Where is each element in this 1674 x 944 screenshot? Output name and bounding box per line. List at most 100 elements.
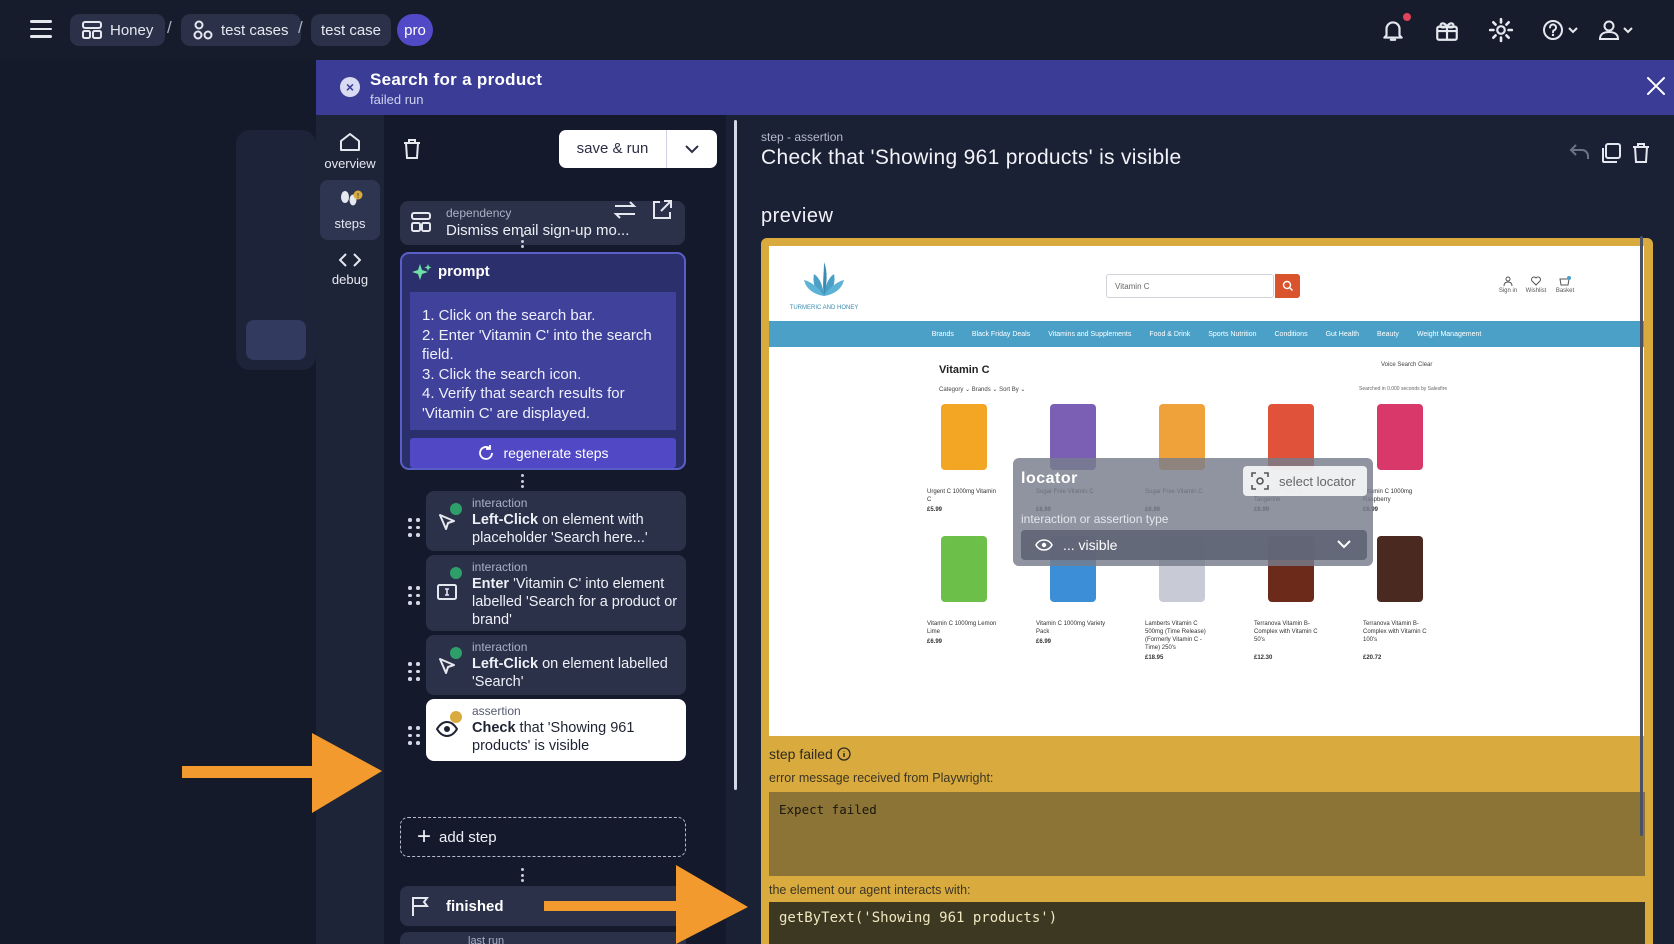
info-icon[interactable] <box>837 747 851 761</box>
annotation-arrow <box>544 865 748 944</box>
save-run-label[interactable]: save & run <box>559 130 667 168</box>
site-signin[interactable]: Sign in <box>1496 276 1520 294</box>
breadcrumb-separator: / <box>298 18 303 37</box>
site-search-input[interactable]: Vitamin C <box>1106 274 1274 298</box>
nav-steps[interactable]: ! steps <box>320 180 380 240</box>
product-price: £12.30 <box>1254 655 1273 661</box>
step-card[interactable]: interaction Left-Click on element with p… <box>426 491 686 551</box>
select-locator-button[interactable]: select locator <box>1243 466 1367 496</box>
assertion-type-select[interactable]: ... visible <box>1021 530 1367 560</box>
scrollbar[interactable] <box>1640 236 1643 836</box>
breadcrumb-test-cases[interactable]: test cases <box>181 14 301 46</box>
swap-icon[interactable] <box>612 198 638 222</box>
step-type: interaction <box>472 560 528 574</box>
account-dropdown-icon[interactable] <box>1598 17 1638 43</box>
panel-side-nav: overview ! steps debug <box>316 115 384 944</box>
menu-icon[interactable] <box>30 20 52 38</box>
product-price: £20.72 <box>1363 655 1382 661</box>
drag-handle[interactable] <box>408 662 420 682</box>
error-message: Expect failed <box>769 792 1645 876</box>
step-card[interactable]: interaction Enter 'Vitamin C' into eleme… <box>426 555 686 631</box>
settings-icon[interactable] <box>1488 17 1514 43</box>
flag-icon <box>412 897 429 916</box>
chevron-down-icon <box>685 144 699 153</box>
nav-overview[interactable]: overview <box>320 121 380 181</box>
annotation-arrow <box>182 733 382 813</box>
assertion-type-label: interaction or assertion type <box>1021 512 1169 526</box>
delete-icon[interactable] <box>402 138 422 160</box>
drag-handle[interactable] <box>408 726 420 746</box>
connector-dots <box>520 474 524 488</box>
step-type: interaction <box>472 640 528 654</box>
undo-icon[interactable] <box>1568 142 1590 162</box>
close-icon[interactable] <box>1644 74 1668 98</box>
save-run-button[interactable]: save & run <box>559 130 717 168</box>
save-run-dropdown[interactable] <box>667 144 717 154</box>
site-search-button[interactable] <box>1275 274 1300 298</box>
site-icon-label: Wishlist <box>1525 288 1547 294</box>
site-nav-item[interactable]: Food & Drink <box>1149 331 1190 338</box>
search-icon <box>1282 280 1293 291</box>
drag-handle[interactable] <box>408 586 420 606</box>
site-basket[interactable]: Basket <box>1553 276 1577 294</box>
product-price: £6.99 <box>927 639 943 645</box>
step-action: Left-Click <box>472 512 539 528</box>
site-nav-item[interactable]: Beauty <box>1377 331 1399 338</box>
site-wishlist[interactable]: Wishlist <box>1524 276 1548 294</box>
site-product-card[interactable]: Vitamin C 1000mg Lemon Lime £6.99 <box>927 536 996 645</box>
product-name: Urgent C 1000mg Vitamin C <box>927 489 996 503</box>
product-name: Vitamin C 1000mg Raspberry <box>1363 489 1413 503</box>
bell-icon[interactable] <box>1380 17 1406 43</box>
plus-icon: + <box>417 823 432 850</box>
product-image <box>1377 536 1423 602</box>
step-card-selected[interactable]: assertion Check that 'Showing 961 produc… <box>426 699 686 761</box>
site-nav-item[interactable]: Vitamins and Supplements <box>1048 331 1131 338</box>
code-icon <box>339 252 361 267</box>
nav-debug[interactable]: debug <box>320 239 380 299</box>
delete-icon[interactable] <box>1631 142 1651 164</box>
site-nav-item[interactable]: Brands <box>932 331 954 338</box>
dependency-label: dependency <box>446 206 512 220</box>
step-description: Left-Click on element with placeholder '… <box>472 511 680 547</box>
breadcrumb-separator: / <box>167 18 172 37</box>
element-locator-code[interactable]: getByText('Showing 961 products') <box>769 902 1645 944</box>
breadcrumb-honey[interactable]: Honey <box>70 14 166 46</box>
duplicate-icon[interactable] <box>1600 142 1622 164</box>
external-link-icon[interactable] <box>650 198 674 222</box>
help-dropdown-icon[interactable] <box>1542 17 1584 43</box>
refresh-icon <box>479 445 494 460</box>
finished-label: finished <box>446 897 504 915</box>
prompt-text[interactable]: 1. Click on the search bar. 2. Enter 'Vi… <box>410 292 676 430</box>
site-voice-search[interactable]: Voice Search Clear <box>1381 362 1432 368</box>
breadcrumb-test-case[interactable]: test case <box>311 14 392 46</box>
site-search-meta: Searched in 0.000 seconds by Salesfire <box>1359 386 1448 392</box>
add-step-button[interactable]: + add step <box>400 817 686 857</box>
failed-status-icon: × <box>340 77 360 97</box>
passed-check-icon <box>450 567 462 579</box>
site-nav-item[interactable]: Conditions <box>1275 331 1308 338</box>
site-nav-item[interactable]: Weight Management <box>1417 331 1481 338</box>
column-divider[interactable] <box>734 120 737 790</box>
site-nav-item[interactable]: Sports Nutrition <box>1208 331 1256 338</box>
step-card[interactable]: interaction Left-Click on element labell… <box>426 635 686 695</box>
drag-handle[interactable] <box>408 518 420 538</box>
notification-dot <box>1403 13 1411 21</box>
panel-header: × Search for a product failed run <box>316 60 1674 115</box>
site-logo: TURMERIC AND HONEY <box>779 258 869 311</box>
preview-screenshot: TURMERIC AND HONEY Vitamin C Sign in Wis… <box>769 246 1644 736</box>
heart-icon <box>1531 276 1541 286</box>
product-name: Terranova Vitamin B-Complex with Vitamin… <box>1254 621 1318 643</box>
nav-label: steps <box>334 215 366 231</box>
product-price: £18.95 <box>1145 655 1164 661</box>
product-name: Vitamin C 1000mg Lemon Lime <box>927 621 997 635</box>
prompt-line: 2. Enter 'Vitamin C' into the search fie… <box>422 326 652 364</box>
site-nav-item[interactable]: Black Friday Deals <box>972 331 1030 338</box>
dependency-card[interactable]: dependency Dismiss email sign-up mo... <box>400 201 685 245</box>
site-nav-item[interactable]: Gut Health <box>1326 331 1359 338</box>
gift-icon[interactable] <box>1434 17 1460 43</box>
site-product-card[interactable]: Urgent C 1000mg Vitamin C £5.99 <box>927 404 996 513</box>
site-filters[interactable]: Category ⌄ Brands ⌄ Sort By ⌄ <box>939 386 1025 393</box>
product-price: £5.99 <box>927 507 943 513</box>
step-description: Check that 'Showing 961 products' is vis… <box>472 719 680 755</box>
regenerate-steps-button[interactable]: regenerate steps <box>410 438 676 468</box>
